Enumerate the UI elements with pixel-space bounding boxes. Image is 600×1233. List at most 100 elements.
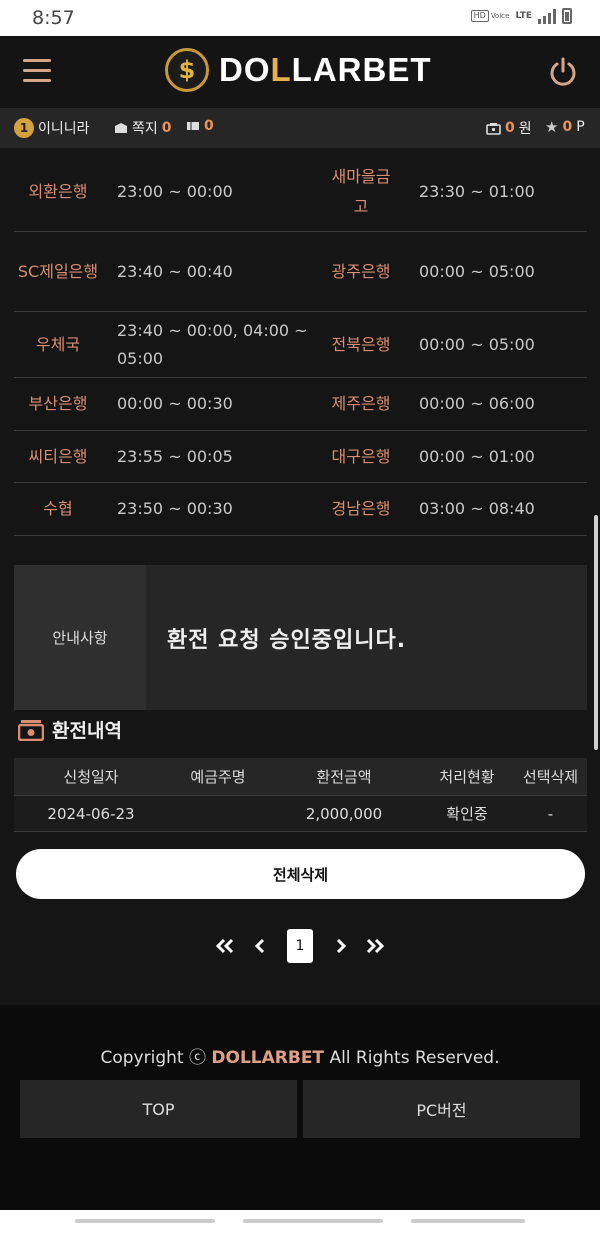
table-row: 외환은행 23:00 ~ 00:00 새마을금고 23:30 ~ 01:00 (14, 152, 587, 232)
bank-name: 수협 (43, 499, 73, 518)
bank-name: 경남은행 (331, 499, 391, 518)
bank-name: 부산은행 (28, 394, 88, 413)
bank-time: 00:00 ~ 05:00 (419, 261, 535, 281)
messages-label: 쪽지 (132, 121, 158, 137)
bank-time: 23:30 ~ 01:00 (419, 181, 535, 201)
column-header: 환전금액 (316, 768, 372, 786)
points-amount: 0 (562, 119, 573, 135)
table-row: 수협 23:50 ~ 00:30 경남은행 03:00 ~ 08:40 (14, 483, 587, 536)
notice-label: 안내사항 (14, 565, 146, 710)
bank-time: 23:40 ~ 00:40 (117, 261, 233, 281)
bank-name: 외환은행 (28, 181, 88, 201)
account-holder (168, 796, 268, 831)
bank-time: 00:00 ~ 01:00 (419, 446, 535, 466)
column-header: 선택삭제 (522, 768, 579, 786)
table-row: 부산은행 00:00 ~ 00:30 제주은행 00:00 ~ 06:00 (14, 378, 587, 431)
system-nav-bar (0, 1210, 600, 1233)
bank-name: 대구은행 (331, 446, 391, 466)
bank-time: 00:00 ~ 06:00 (419, 394, 535, 413)
nav-home-handle[interactable] (243, 1219, 383, 1223)
top-button[interactable]: TOP (20, 1080, 297, 1138)
logo-text: DOLLARBET (219, 51, 432, 88)
footer-brand: DOLLARBET (211, 1048, 325, 1068)
copyright: Copyright ⓒ DOLLARBET All Rights Reserve… (100, 1048, 500, 1068)
money-unit: 원 (518, 121, 532, 137)
first-page-icon[interactable] (212, 928, 238, 964)
message-icon (115, 123, 127, 133)
bank-time: 03:00 ~ 08:40 (419, 499, 535, 518)
points-balance[interactable]: ★ 0 P (545, 118, 585, 136)
dollar-coin-icon: $ (165, 48, 209, 92)
bank-time: 23:40 ~ 00:00, 04:00 ~ 05:00 (117, 320, 308, 368)
table-row: SC제일은행 23:40 ~ 00:40 광주은행 00:00 ~ 05:00 (14, 232, 587, 312)
status-time: 8:57 (32, 7, 75, 29)
coupon-link[interactable]: 0 (186, 118, 214, 134)
select-delete[interactable]: - (514, 796, 587, 831)
username: 이니니라 (38, 121, 90, 137)
nav-back-handle[interactable] (411, 1219, 525, 1223)
table-header: 신청일자 예금주명 환전금액 처리현황 선택삭제 (14, 758, 587, 795)
cash-icon (18, 719, 44, 741)
status-icons: HD Voice LTE (470, 8, 572, 24)
exchange-amount: 2,000,000 (305, 804, 383, 823)
copyright-icon: ⓒ (188, 1048, 206, 1068)
delete-all-button[interactable]: 전체삭제 (16, 849, 585, 899)
column-header: 예금주명 (190, 768, 246, 786)
app-header: $ DOLLARBET (0, 36, 600, 108)
pc-version-button[interactable]: PC버전 (303, 1080, 580, 1138)
coupon-icon (187, 122, 199, 130)
bank-name: 씨티은행 (28, 446, 88, 466)
table-row: 우체국 23:40 ~ 00:00, 04:00 ~ 05:00 전북은행 00… (14, 312, 587, 378)
table-row: 2024-06-23 2,000,000 확인중 - (14, 795, 587, 832)
scrollbar[interactable] (594, 515, 598, 750)
process-status: 확인중 (446, 805, 488, 823)
user-info-bar: 1 이니니라 쪽지 0 0 0 원 ★ 0 P (0, 108, 600, 148)
hd-voice-icon: HD (470, 10, 489, 22)
notice-box: 안내사항 환전 요청 승인중입니다. (14, 565, 587, 710)
column-header: 신청일자 (63, 768, 119, 786)
power-icon[interactable] (548, 56, 578, 86)
table-row: 씨티은행 23:55 ~ 00:05 대구은행 00:00 ~ 01:00 (14, 431, 587, 483)
bank-time: 00:00 ~ 00:30 (117, 394, 233, 413)
bank-name: SC제일은행 (17, 261, 99, 281)
bank-name: 우체국 (35, 334, 81, 354)
bank-time: 00:00 ~ 05:00 (419, 334, 535, 354)
points-unit: P (576, 119, 585, 135)
star-icon: ★ (545, 118, 559, 136)
bank-name: 제주은행 (331, 394, 391, 413)
coupon-count: 0 (204, 118, 214, 134)
bank-time: 23:55 ~ 00:05 (117, 446, 233, 466)
prev-page-icon[interactable] (250, 928, 270, 964)
column-header: 처리현황 (439, 768, 495, 786)
bank-time: 23:00 ~ 00:00 (117, 181, 233, 201)
request-date: 2024-06-23 (47, 804, 135, 823)
menu-button[interactable] (23, 59, 51, 83)
signal-icon (538, 8, 556, 24)
bank-name: 전북은행 (331, 334, 391, 354)
nav-recent-handle[interactable] (75, 1219, 215, 1223)
history-title-text: 환전내역 (52, 720, 122, 742)
status-bar: 8:57 HD Voice LTE (0, 0, 600, 36)
messages-count: 0 (161, 120, 172, 136)
voice-label: Voice (490, 12, 510, 20)
history-table: 신청일자 예금주명 환전금액 처리현황 선택삭제 2024-06-23 2,00… (14, 758, 587, 832)
pagination: 1 (0, 928, 600, 964)
battery-icon (562, 8, 572, 24)
last-page-icon[interactable] (362, 928, 388, 964)
money-amount: 0 (505, 120, 515, 136)
footer: Copyright ⓒ DOLLARBET All Rights Reserve… (0, 1005, 600, 1210)
history-title: 환전내역 (18, 716, 122, 743)
logo[interactable]: $ DOLLARBET (165, 48, 432, 92)
bank-name: 새마을금고 (331, 166, 391, 216)
bank-name: 광주은행 (331, 261, 391, 281)
user-profile[interactable]: 1 이니니라 (14, 118, 90, 138)
notice-message: 환전 요청 승인중입니다. (167, 627, 407, 653)
next-page-icon[interactable] (331, 928, 351, 964)
level-badge: 1 (14, 118, 34, 138)
lte-label: LTE (515, 11, 532, 21)
wallet-icon (486, 122, 501, 135)
bank-time: 23:50 ~ 00:30 (117, 499, 233, 518)
page-number-current[interactable]: 1 (287, 929, 313, 963)
money-balance[interactable]: 0 원 (486, 118, 532, 138)
messages-link[interactable]: 쪽지 0 (114, 118, 172, 138)
